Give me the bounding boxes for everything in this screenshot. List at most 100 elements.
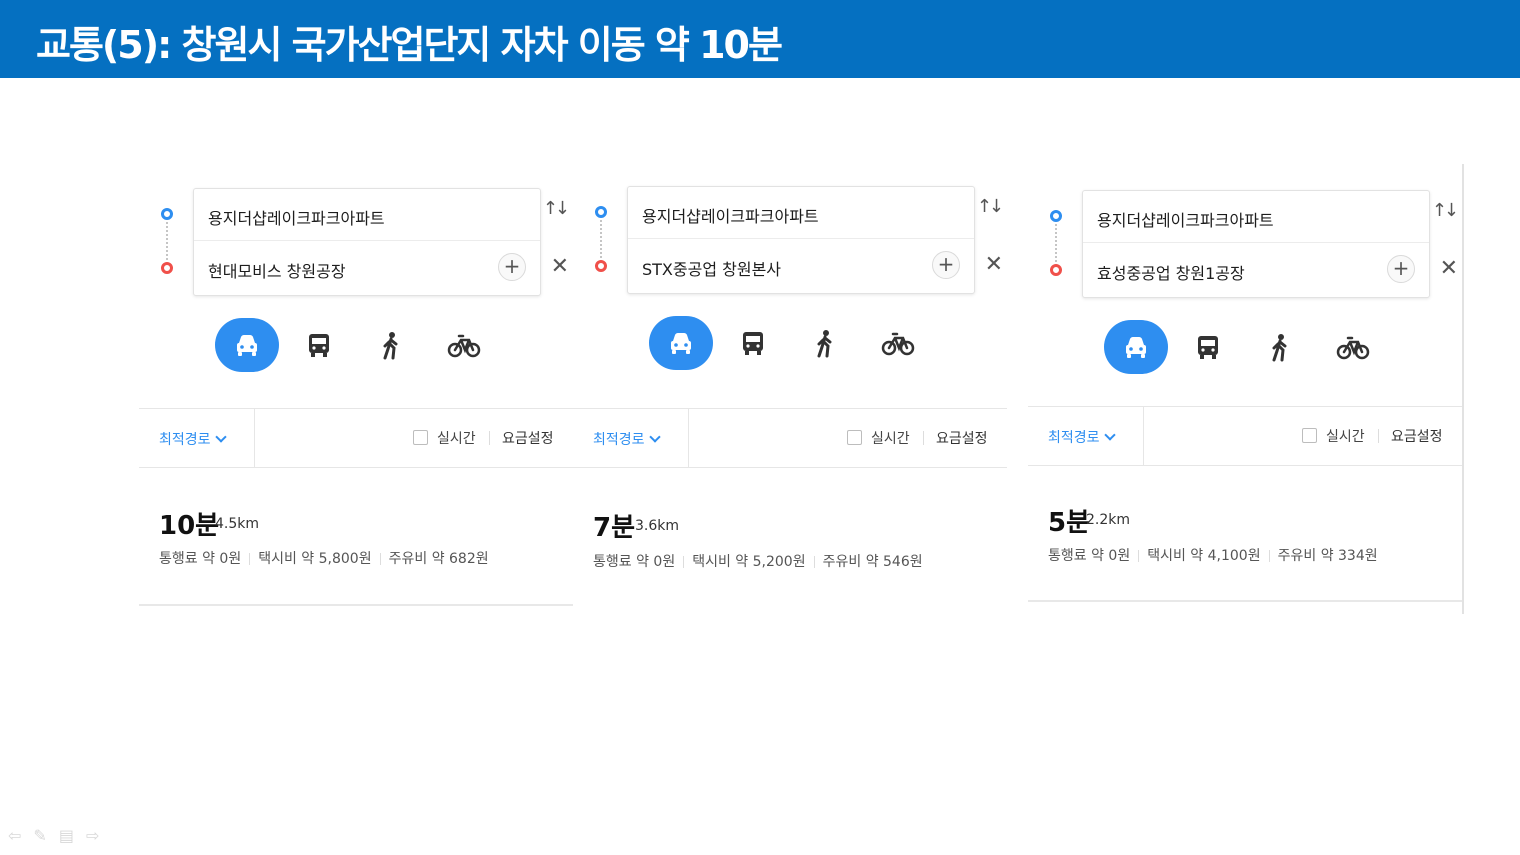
car-icon — [1126, 337, 1146, 358]
divider — [1028, 600, 1462, 602]
origin-field[interactable]: 용지더샵레이크파크아파트 — [194, 189, 540, 241]
mode-bicycle-button[interactable] — [432, 318, 496, 372]
destination-text: 현대모비스 창원공장 — [208, 262, 346, 281]
bicycle-icon — [881, 332, 915, 356]
route-option-bar: 최적경로 실시간 요금설정 — [1028, 406, 1462, 466]
origin-field[interactable]: 용지더샵레이크파크아파트 — [628, 187, 974, 239]
route-input-box: 용지더샵레이크파크아파트 현대모비스 창원공장 + — [193, 188, 541, 296]
route-panel-2: 용지더샵레이크파크아파트 STX중공업 창원본사 + ↑↓ ✕ 최적경로 실시간… — [573, 160, 1007, 610]
chevron-down-icon — [648, 431, 661, 443]
origin-field[interactable]: 용지더샵레이크파크아파트 — [1083, 191, 1429, 243]
mode-car-button[interactable] — [1104, 320, 1168, 374]
toll-cost: 통행료 약 0원 — [159, 551, 242, 567]
realtime-checkbox[interactable] — [847, 430, 862, 445]
origin-pin-icon — [595, 206, 607, 218]
swap-icon[interactable]: ↑↓ — [977, 196, 1004, 217]
bus-icon — [309, 334, 329, 357]
divider — [1378, 429, 1379, 443]
route-option-dropdown[interactable]: 최적경로 — [1048, 427, 1116, 447]
chevron-down-icon — [1103, 429, 1116, 441]
route-option-label: 최적경로 — [1048, 430, 1100, 446]
destination-pin-icon — [1050, 264, 1062, 276]
fare-setting-button[interactable]: 요금설정 — [502, 428, 554, 448]
route-panel-1: 용지더샵레이크파크아파트 현대모비스 창원공장 + ↑↓ ✕ 최적경로 실시간 … — [139, 162, 573, 612]
menu-icon[interactable]: ▤ — [59, 826, 86, 845]
mode-bus-button[interactable] — [287, 318, 351, 372]
mode-walk-button[interactable] — [359, 318, 423, 372]
close-icon[interactable]: ✕ — [551, 254, 569, 279]
mode-bus-button[interactable] — [1176, 320, 1240, 374]
close-icon[interactable]: ✕ — [985, 252, 1003, 277]
route-option-label: 최적경로 — [159, 432, 211, 448]
travel-distance: 4.5km — [215, 516, 260, 532]
realtime-checkbox[interactable] — [413, 430, 428, 445]
route-option-label: 최적경로 — [593, 432, 645, 448]
route-option-dropdown[interactable]: 최적경로 — [593, 429, 661, 449]
swap-icon[interactable]: ↑↓ — [1432, 200, 1459, 221]
divider — [1143, 407, 1144, 465]
taxi-cost: 택시비 약 4,100원 — [1147, 548, 1261, 564]
origin-pin-icon — [1050, 210, 1062, 222]
divider — [1268, 550, 1270, 562]
divider — [489, 431, 490, 445]
add-waypoint-button[interactable]: + — [498, 253, 526, 281]
fare-setting-button[interactable]: 요금설정 — [936, 428, 988, 448]
travel-time: 10분 — [159, 511, 220, 541]
realtime-label: 실시간 — [437, 431, 476, 447]
destination-text: 효성중공업 창원1공장 — [1097, 264, 1245, 283]
close-icon[interactable]: ✕ — [1440, 256, 1458, 281]
route-option-bar: 최적경로 실시간 요금설정 — [139, 408, 573, 468]
destination-field[interactable]: 현대모비스 창원공장 + — [194, 242, 540, 294]
travel-time: 5분 — [1048, 508, 1091, 538]
fare-setting-button[interactable]: 요금설정 — [1391, 426, 1443, 446]
taxi-cost: 택시비 약 5,200원 — [692, 554, 806, 570]
car-icon — [671, 333, 691, 354]
divider — [139, 604, 573, 606]
origin-pin-icon — [161, 208, 173, 220]
title-banner: 교통(5): 창원시 국가산업단지 자차 이동 약 10분 — [0, 0, 1520, 78]
toll-cost: 통행료 약 0원 — [593, 554, 676, 570]
mode-car-button[interactable] — [215, 318, 279, 372]
walk-icon — [383, 332, 398, 360]
route-option-dropdown[interactable]: 최적경로 — [159, 429, 227, 449]
previous-slide-icon[interactable]: ⇦ — [8, 826, 33, 845]
divider — [923, 431, 924, 445]
add-waypoint-button[interactable]: + — [932, 251, 960, 279]
travel-distance: 2.2km — [1086, 512, 1131, 528]
mode-bicycle-button[interactable] — [1321, 320, 1385, 374]
cost-summary: 통행료 약 0원 택시비 약 5,800원 주유비 약 682원 — [159, 548, 489, 568]
taxi-cost: 택시비 약 5,800원 — [258, 551, 372, 567]
destination-text: STX중공업 창원본사 — [642, 260, 782, 279]
realtime-label: 실시간 — [1326, 429, 1365, 445]
next-slide-icon[interactable]: ⇨ — [86, 826, 111, 845]
realtime-checkbox[interactable] — [1302, 428, 1317, 443]
origin-text: 용지더샵레이크파크아파트 — [642, 207, 819, 226]
mode-car-button[interactable] — [649, 316, 713, 370]
route-panel-3: 용지더샵레이크파크아파트 효성중공업 창원1공장 + ↑↓ ✕ 최적경로 실시간… — [1028, 164, 1464, 614]
divider — [254, 409, 255, 467]
divider — [688, 409, 689, 467]
mode-walk-button[interactable] — [793, 316, 857, 370]
bus-icon — [743, 332, 763, 355]
destination-field[interactable]: 효성중공업 창원1공장 + — [1083, 244, 1429, 296]
add-waypoint-button[interactable]: + — [1387, 255, 1415, 283]
mode-bicycle-button[interactable] — [866, 316, 930, 370]
origin-text: 용지더샵레이크파크아파트 — [1097, 211, 1274, 230]
mode-walk-button[interactable] — [1248, 320, 1312, 374]
slideshow-nav: ⇦✎▤⇨ — [8, 826, 111, 845]
pen-icon[interactable]: ✎ — [33, 826, 58, 845]
divider — [683, 556, 685, 568]
route-input-box: 용지더샵레이크파크아파트 STX중공업 창원본사 + — [627, 186, 975, 294]
divider — [1138, 550, 1140, 562]
slide-title: 교통(5): 창원시 국가산업단지 자차 이동 약 10분 — [36, 23, 783, 67]
destination-field[interactable]: STX중공업 창원본사 + — [628, 240, 974, 292]
bicycle-icon — [447, 334, 481, 358]
destination-pin-icon — [161, 262, 173, 274]
walk-icon — [817, 330, 832, 358]
travel-distance: 3.6km — [635, 518, 680, 534]
swap-icon[interactable]: ↑↓ — [543, 198, 570, 219]
bicycle-icon — [1336, 336, 1370, 360]
route-input-box: 용지더샵레이크파크아파트 효성중공업 창원1공장 + — [1082, 190, 1430, 298]
origin-text: 용지더샵레이크파크아파트 — [208, 209, 385, 228]
mode-bus-button[interactable] — [721, 316, 785, 370]
